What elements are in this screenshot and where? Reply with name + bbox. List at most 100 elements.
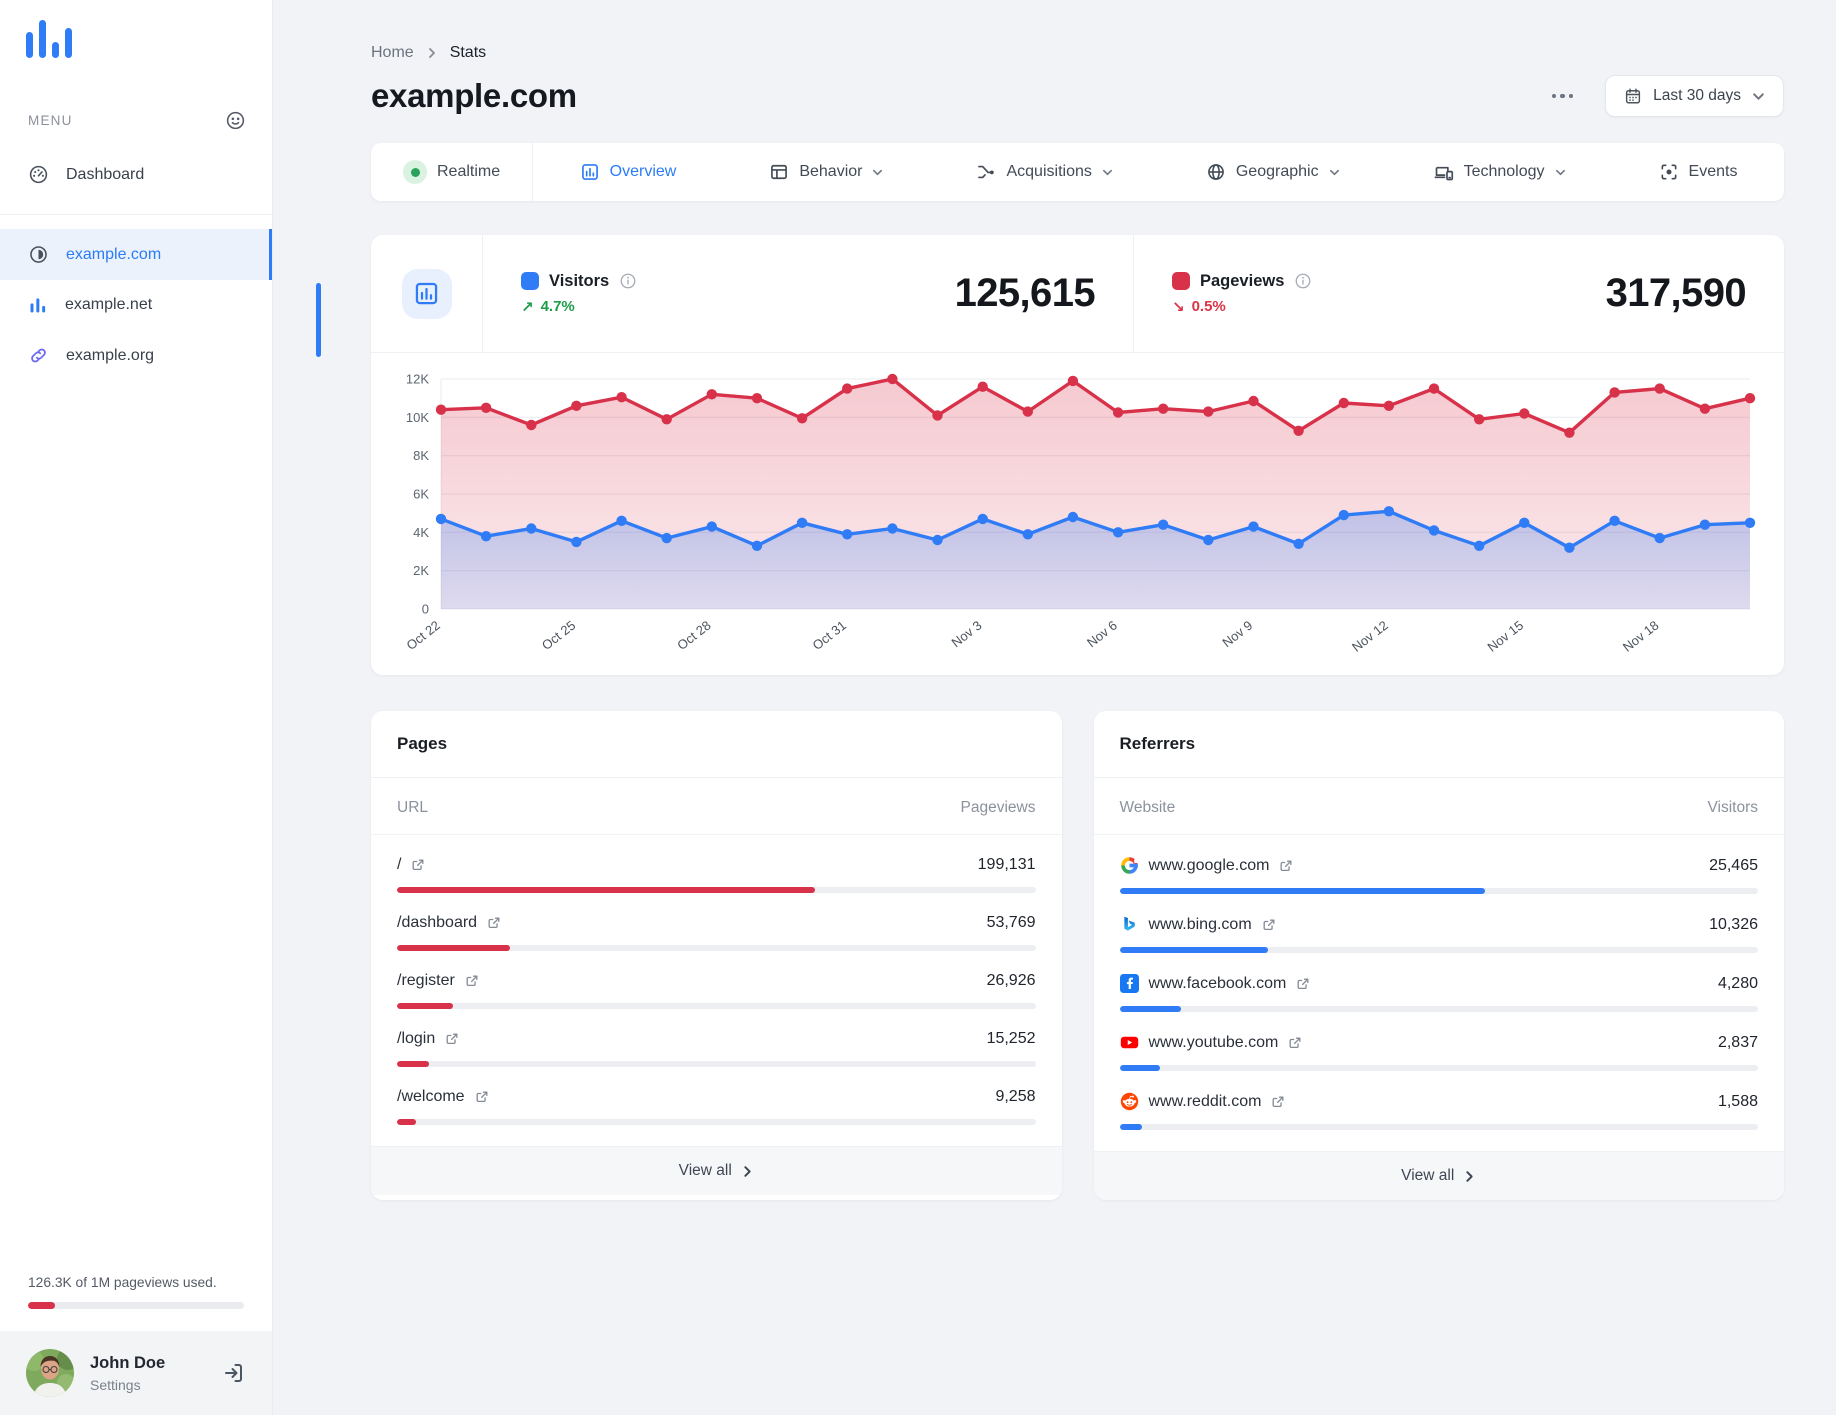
tab-label: Events bbox=[1688, 163, 1738, 180]
row-link[interactable]: /welcome bbox=[397, 1088, 465, 1106]
chevron-down-icon bbox=[1555, 167, 1566, 178]
svg-text:Nov 15: Nov 15 bbox=[1484, 618, 1526, 655]
more-options-button[interactable] bbox=[1544, 86, 1582, 107]
usage-meter: 126.3K of 1M pageviews used. bbox=[0, 1275, 272, 1331]
table-row[interactable]: /welcome 9,258 bbox=[397, 1067, 1036, 1125]
row-value: 10,326 bbox=[1709, 915, 1758, 933]
table-row[interactable]: /dashboard 53,769 bbox=[397, 893, 1036, 951]
report-tabs: Realtime Overview Behavior Acquisitions … bbox=[371, 143, 1784, 201]
table-row[interactable]: www.facebook.com 4,280 bbox=[1119, 953, 1758, 1012]
external-link-icon bbox=[475, 1090, 489, 1104]
row-link[interactable]: /register bbox=[397, 972, 455, 990]
row-link[interactable]: /dashboard bbox=[397, 914, 477, 932]
table-row[interactable]: www.youtube.com 2,837 bbox=[1119, 1012, 1758, 1071]
sidebar-divider bbox=[0, 214, 272, 215]
user-profile[interactable]: John Doe Settings bbox=[0, 1331, 272, 1415]
column-header-pageviews: Pageviews bbox=[960, 799, 1036, 816]
scrollbar-thumb[interactable] bbox=[316, 283, 321, 357]
table-row[interactable]: /login 15,252 bbox=[397, 1009, 1036, 1067]
referrers-view-all-button[interactable]: View all bbox=[1093, 1151, 1784, 1200]
table-row[interactable]: www.bing.com 10,326 bbox=[1119, 894, 1758, 953]
avatar bbox=[26, 1349, 74, 1397]
breadcrumb-home[interactable]: Home bbox=[371, 44, 414, 62]
tab-events[interactable]: Events bbox=[1649, 162, 1748, 182]
breadcrumb: Home Stats bbox=[371, 44, 1784, 62]
info-icon[interactable] bbox=[619, 272, 637, 290]
external-link-icon bbox=[1279, 859, 1293, 873]
user-settings-link[interactable]: Settings bbox=[90, 1377, 206, 1393]
visitors-value: 125,615 bbox=[954, 271, 1096, 315]
info-icon[interactable] bbox=[1294, 272, 1312, 290]
tab-overview[interactable]: Overview bbox=[570, 162, 687, 182]
chevron-right-icon bbox=[426, 47, 438, 59]
date-range-button[interactable]: Last 30 days bbox=[1605, 75, 1784, 117]
menu-section-label: MENU bbox=[28, 113, 73, 128]
bar-chart-icon bbox=[28, 295, 48, 315]
devices-icon bbox=[1433, 162, 1454, 183]
row-value: 9,258 bbox=[995, 1088, 1036, 1105]
tab-geographic[interactable]: Geographic bbox=[1196, 162, 1350, 182]
table-row[interactable]: www.reddit.com 1,588 bbox=[1119, 1071, 1758, 1130]
external-link-icon bbox=[1262, 918, 1276, 932]
tab-label: Overview bbox=[609, 163, 677, 180]
pageviews-legend-marker bbox=[1172, 272, 1190, 290]
row-link[interactable]: www.reddit.com bbox=[1149, 1093, 1262, 1111]
svg-text:Oct 25: Oct 25 bbox=[539, 618, 578, 653]
chevron-right-icon bbox=[1463, 1170, 1476, 1183]
row-link[interactable]: / bbox=[397, 856, 401, 874]
tab-label: Acquisitions bbox=[1006, 163, 1092, 180]
row-link[interactable]: www.bing.com bbox=[1149, 916, 1252, 934]
visitors-trend: ↗ 4.7% bbox=[521, 298, 637, 316]
sidebar-site-example-com[interactable]: example.com bbox=[0, 229, 272, 280]
sidebar-item-dashboard[interactable]: Dashboard bbox=[0, 149, 272, 200]
trend-value: 4.7% bbox=[540, 298, 575, 315]
date-range-label: Last 30 days bbox=[1653, 87, 1741, 104]
svg-text:Nov 3: Nov 3 bbox=[949, 618, 985, 651]
view-all-label: View all bbox=[1401, 1167, 1455, 1184]
row-value: 1,588 bbox=[1717, 1092, 1758, 1110]
branch-icon bbox=[976, 162, 996, 182]
tab-acquisitions[interactable]: Acquisitions bbox=[966, 162, 1122, 182]
tab-realtime[interactable]: Realtime bbox=[371, 143, 532, 201]
theme-face-icon[interactable] bbox=[225, 110, 246, 131]
row-value: 53,769 bbox=[986, 914, 1036, 931]
external-link-icon bbox=[411, 858, 425, 872]
tab-behavior[interactable]: Behavior bbox=[759, 162, 893, 182]
chevron-down-icon bbox=[872, 167, 883, 178]
chart-summary-icon bbox=[401, 268, 452, 319]
row-value: 199,131 bbox=[977, 856, 1036, 873]
trend-value: 0.5% bbox=[1191, 298, 1226, 315]
row-link[interactable]: www.youtube.com bbox=[1149, 1034, 1279, 1052]
tab-label: Behavior bbox=[799, 163, 863, 180]
tab-technology[interactable]: Technology bbox=[1423, 162, 1576, 183]
row-progress-fill bbox=[1119, 1124, 1143, 1130]
card-title: Pages bbox=[371, 711, 1062, 778]
live-dot-icon bbox=[403, 160, 427, 184]
sidebar-site-example-net[interactable]: example.net bbox=[0, 280, 272, 330]
stat-label: Visitors bbox=[549, 271, 610, 290]
column-header-website: Website bbox=[1119, 799, 1176, 816]
svg-text:0: 0 bbox=[422, 602, 429, 617]
main-content: Home Stats example.com Last 30 days Real… bbox=[273, 0, 1836, 1415]
sidebar-site-example-org[interactable]: example.org bbox=[0, 330, 272, 381]
link-icon bbox=[28, 345, 49, 366]
chevron-down-icon bbox=[1329, 167, 1340, 178]
chart-icon-cell bbox=[371, 235, 483, 352]
row-link[interactable]: www.facebook.com bbox=[1149, 975, 1287, 993]
time-series-chart[interactable]: 0 2K 4K 6K 8K 10K 12K Oct 22 Oct 25 Oct 28 Oct 31 N… bbox=[371, 353, 1784, 675]
svg-text:6K: 6K bbox=[413, 487, 429, 502]
table-row[interactable]: / 199,131 bbox=[397, 835, 1036, 893]
external-link-icon bbox=[465, 974, 479, 988]
sidebar-item-label: Dashboard bbox=[66, 165, 145, 183]
pages-view-all-button[interactable]: View all bbox=[371, 1146, 1062, 1195]
svg-text:2K: 2K bbox=[413, 563, 429, 578]
row-link[interactable]: /login bbox=[397, 1030, 435, 1048]
table-row[interactable]: /register 26,926 bbox=[397, 951, 1036, 1009]
pageviews-trend: ↘ 0.5% bbox=[1172, 298, 1312, 316]
logout-icon[interactable] bbox=[222, 1361, 246, 1385]
row-link[interactable]: www.google.com bbox=[1149, 857, 1270, 875]
row-value: 4,280 bbox=[1717, 974, 1758, 992]
visitors-stat: Visitors ↗ 4.7% 125,615 bbox=[483, 235, 1133, 352]
sidebar-site-label: example.net bbox=[65, 296, 153, 313]
table-row[interactable]: www.google.com 25,465 bbox=[1119, 835, 1758, 894]
